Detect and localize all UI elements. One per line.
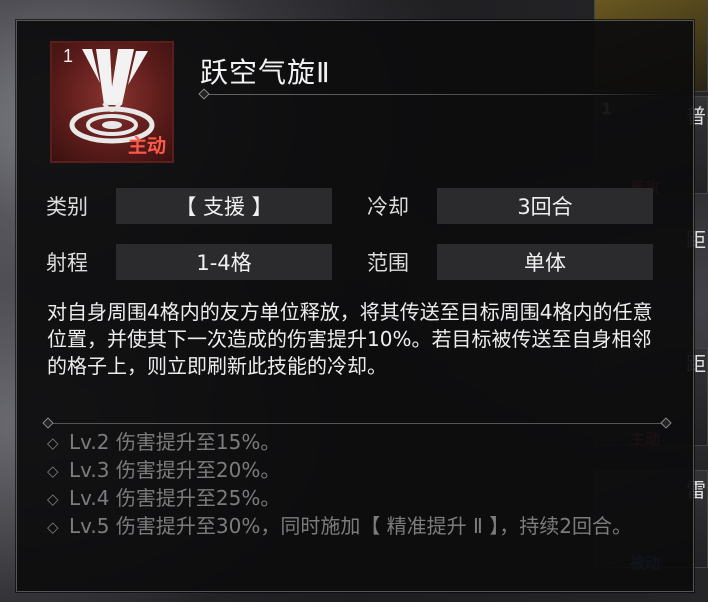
- upgrade-divider-diamond-left: [42, 417, 54, 429]
- area-label: 范围: [367, 251, 409, 275]
- upgrade-item: ◇ Lv.4 伤害提升至25%。: [47, 485, 667, 513]
- skill-icon: 1 主动: [50, 41, 174, 163]
- range-label: 射程: [46, 251, 88, 275]
- upgrade-item: ◇ Lv.3 伤害提升至20%。: [47, 457, 667, 485]
- upgrade-divider: [47, 423, 667, 424]
- upgrade-text: Lv.3 伤害提升至20%。: [69, 458, 281, 482]
- diamond-bullet-icon: ◇: [47, 462, 59, 480]
- skill-level: 1: [63, 46, 74, 66]
- upgrade-item: ◇ Lv.5 伤害提升至30%，同时施加【 精准提升 Ⅱ 】，持续2回合。: [47, 513, 667, 541]
- diamond-bullet-icon: ◇: [47, 490, 59, 508]
- upgrade-list: ◇ Lv.2 伤害提升至15%。 ◇ Lv.3 伤害提升至20%。 ◇ Lv.4…: [47, 429, 667, 541]
- upgrade-text: Lv.5 伤害提升至30%，同时施加【 精准提升 Ⅱ 】，持续2回合。: [69, 514, 632, 538]
- area-value: 单体: [437, 244, 653, 280]
- diamond-bullet-icon: ◇: [47, 434, 59, 452]
- category-label: 类别: [46, 195, 88, 219]
- diamond-bullet-icon: ◇: [47, 518, 59, 536]
- range-value: 1-4格: [116, 244, 332, 280]
- upgrade-text: Lv.4 伤害提升至25%。: [69, 486, 281, 510]
- skill-tooltip-panel: 1 主动 跃空气旋Ⅱ 类别 【 支援 】 冷却 3回合 射程 1-4格 范围 单…: [16, 20, 694, 592]
- cooldown-label: 冷却: [367, 195, 409, 219]
- cooldown-value: 3回合: [437, 188, 653, 224]
- skill-name: 跃空气旋Ⅱ: [200, 56, 331, 89]
- upgrade-item: ◇ Lv.2 伤害提升至15%。: [47, 429, 667, 457]
- upgrade-text: Lv.2 伤害提升至15%。: [69, 430, 281, 454]
- upgrade-divider-diamond-right: [660, 417, 672, 429]
- skill-description: 对自身周围4格内的友方单位释放，将其传送至目标周围4格内的任意位置，并使其下一次…: [47, 300, 653, 378]
- category-value: 【 支援 】: [116, 188, 332, 224]
- skill-type-tag: 主动: [127, 135, 166, 157]
- title-divider: [200, 94, 670, 95]
